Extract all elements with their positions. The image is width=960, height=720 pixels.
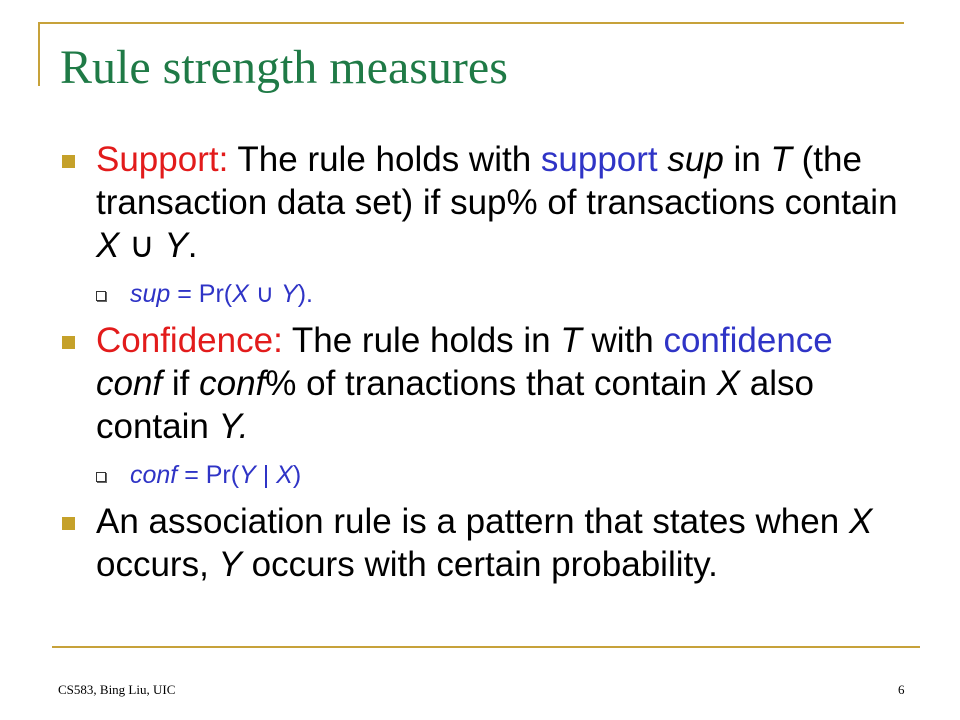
text: occurs with certain probability.: [241, 545, 718, 584]
square-bullet-icon: [62, 155, 75, 168]
bottom-rule: [52, 646, 920, 648]
formula-y: Y: [239, 461, 256, 489]
formula-bar: |: [255, 461, 277, 489]
formula-x: X: [232, 280, 249, 308]
text: The rule holds in: [282, 321, 561, 360]
union-symbol: ∪: [248, 280, 282, 308]
footer-course: CS583, Bing Liu, UIC: [58, 682, 176, 697]
var-Y: Y: [218, 545, 242, 584]
text: with: [581, 321, 664, 360]
text: [658, 140, 668, 179]
formula-eq: = Pr(: [170, 280, 233, 308]
formula-y: Y: [281, 280, 298, 308]
top-rule: [38, 22, 904, 24]
var-T: T: [770, 140, 792, 179]
var-conf: conf: [96, 364, 163, 403]
text: % of tranactions that contain: [265, 364, 717, 403]
formula-lhs: sup: [130, 280, 171, 308]
support-term: support: [540, 140, 658, 179]
var-X: X: [848, 502, 873, 541]
var-T: T: [560, 321, 582, 360]
hollow-square-bullet-icon: [96, 472, 106, 482]
text: An association rule is a pattern that st…: [96, 502, 849, 541]
slide-body: Support: The rule holds with support sup…: [58, 138, 898, 586]
text: The rule holds with: [228, 140, 541, 179]
union-symbol: ∪: [119, 226, 165, 265]
var-sup: sup: [667, 140, 724, 179]
var-X: X: [96, 226, 120, 265]
text: if: [162, 364, 200, 403]
page-number: 6: [898, 682, 905, 697]
slide-title: Rule strength measures: [60, 41, 508, 94]
confidence-bullet: Confidence: The rule holds in T with con…: [58, 319, 898, 448]
formula-lhs: conf: [130, 461, 178, 489]
support-label: Support:: [96, 140, 229, 179]
association-bullet: An association rule is a pattern that st…: [58, 500, 898, 586]
formula-x: X: [276, 461, 293, 489]
square-bullet-icon: [62, 336, 75, 349]
support-bullet: Support: The rule holds with support sup…: [58, 138, 898, 267]
hollow-square-bullet-icon: [96, 291, 106, 301]
confidence-label: Confidence:: [96, 321, 283, 360]
var-X: X: [716, 364, 741, 403]
var-Y: Y.: [218, 407, 249, 446]
var-Y: Y: [164, 226, 188, 265]
support-formula: sup = Pr(X ∪ Y).: [58, 278, 898, 310]
left-rule: [38, 22, 40, 86]
confidence-formula: conf = Pr(Y | X): [58, 459, 898, 491]
confidence-term: confidence: [663, 321, 833, 360]
formula-end: ).: [297, 280, 313, 308]
formula-eq: = Pr(: [177, 461, 240, 489]
text: in: [723, 140, 771, 179]
formula-end: ): [292, 461, 302, 489]
square-bullet-icon: [62, 517, 75, 530]
var-conf: conf: [199, 364, 266, 403]
text: occurs,: [96, 545, 219, 584]
text: .: [187, 226, 198, 265]
